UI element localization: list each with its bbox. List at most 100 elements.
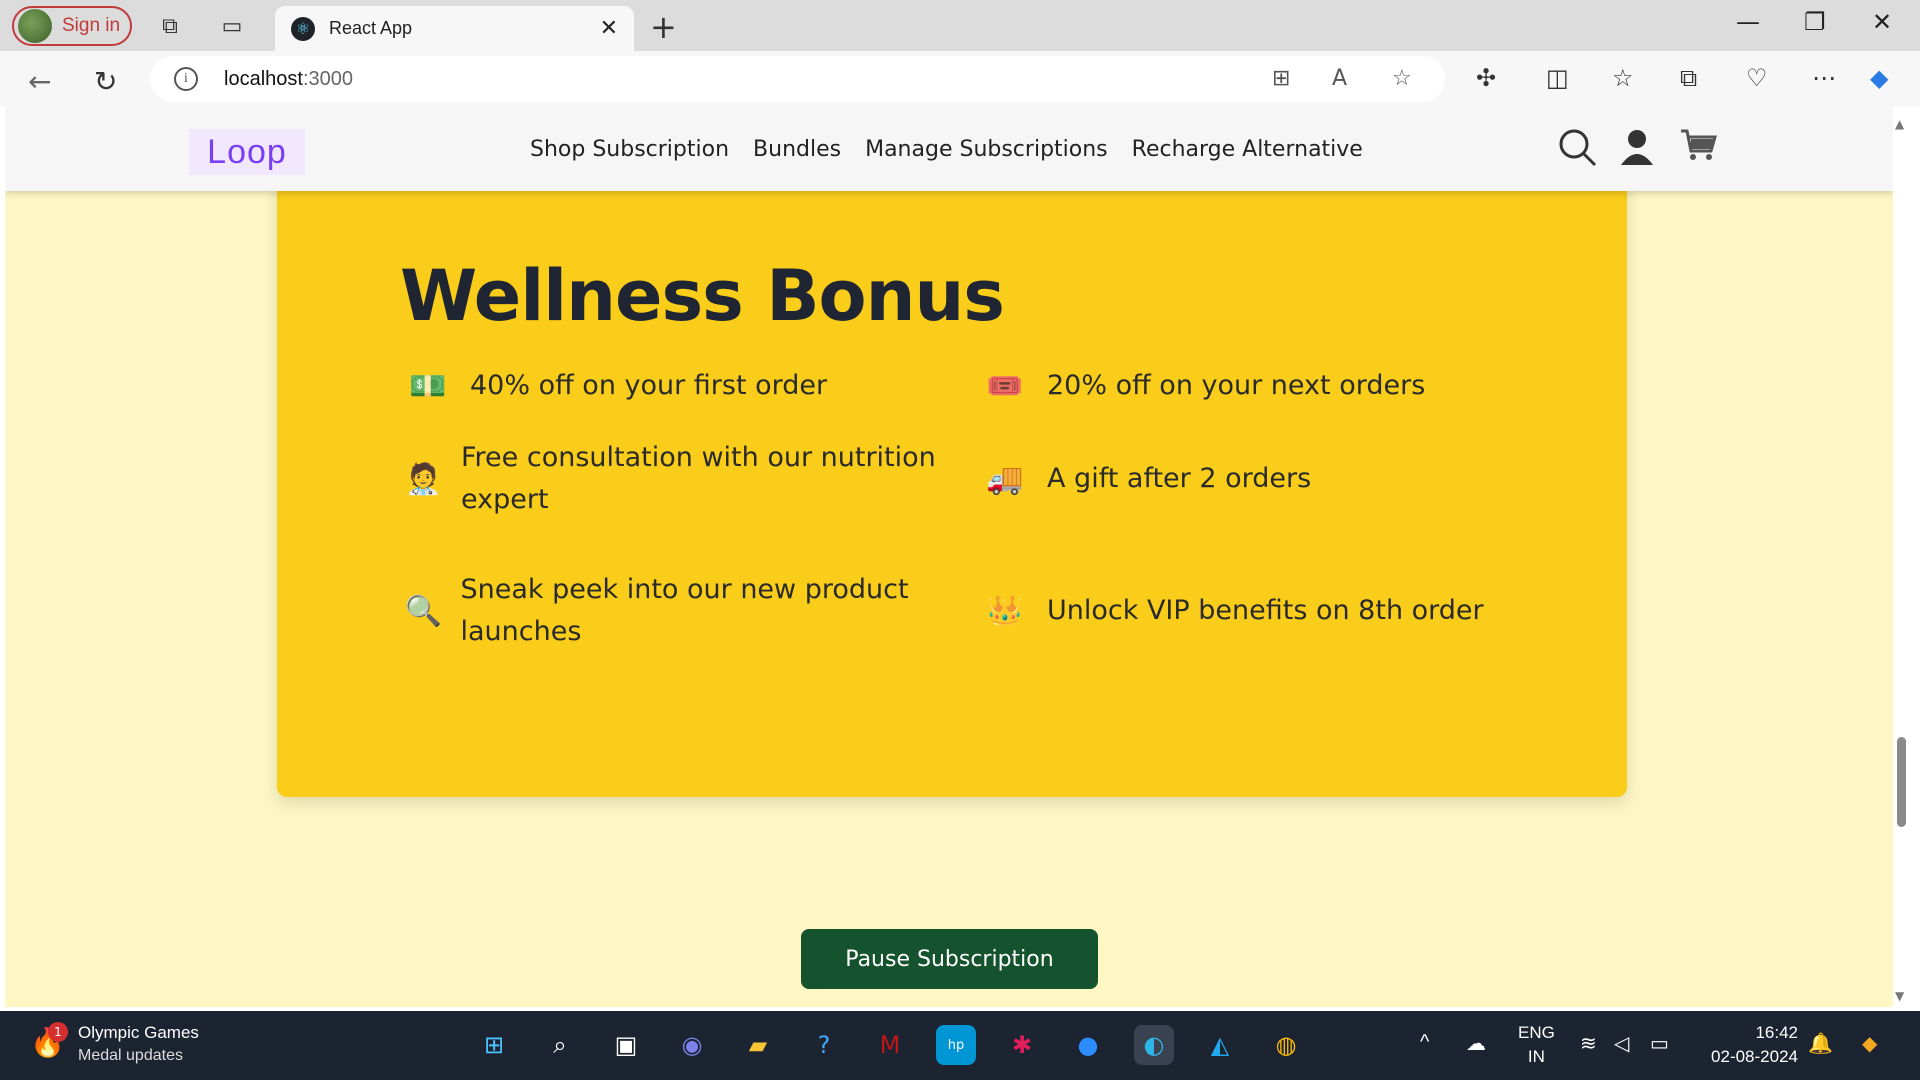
app-available-icon[interactable]: ⊞ <box>1272 66 1290 91</box>
search-taskbar-icon[interactable]: ⌕ <box>540 1025 580 1065</box>
split-screen-icon[interactable]: ◫ <box>1546 64 1569 92</box>
scroll-up-arrow-icon[interactable]: ▲ <box>1895 117 1904 131</box>
benefit-item: 💵 40% off on your first order <box>400 365 940 407</box>
search-icon[interactable] <box>1557 127 1597 176</box>
profile-avatar <box>18 9 52 43</box>
reload-icon[interactable]: ↻ <box>94 65 117 98</box>
vscode-icon[interactable]: ◭ <box>1200 1025 1240 1065</box>
account-icon[interactable] <box>1619 127 1655 176</box>
benefit-item: 🎟️ 20% off on your next orders <box>977 365 1517 407</box>
benefit-item: 👑 Unlock VIP benefits on 8th order <box>977 590 1517 632</box>
benefit-text: Unlock VIP benefits on 8th order <box>1047 595 1484 626</box>
slack-icon[interactable]: ✱ <box>1002 1025 1042 1065</box>
battery-icon[interactable]: ▭ <box>1650 1031 1669 1056</box>
pause-subscription-button[interactable]: Pause Subscription <box>801 929 1098 989</box>
widget-subtitle: Medal updates <box>78 1047 183 1064</box>
browser-toolbar: ← ↻ i localhost :3000 ⊞ A ☆ ✣ ◫ ☆ ⧉ ♡ ⋯ … <box>0 51 1920 107</box>
lang-code: ENG <box>1518 1023 1555 1042</box>
notification-badge: 1 <box>48 1022 68 1042</box>
input-language[interactable]: ENG IN <box>1518 1021 1555 1069</box>
site-header: Loop Shop Subscription Bundles Manage Su… <box>5 107 1893 191</box>
get-help-icon[interactable]: ? <box>804 1025 844 1065</box>
collections-icon[interactable]: ⧉ <box>1680 64 1697 92</box>
nav-shop-subscription[interactable]: Shop Subscription <box>530 137 729 162</box>
benefit-item: 🧑‍⚕️ Free consultation with our nutritio… <box>400 437 940 521</box>
news-widget[interactable]: 🔥 1 Olympic Games Medal updates <box>30 1022 199 1065</box>
url-host: localhost <box>224 67 303 90</box>
favorites-icon[interactable]: ☆ <box>1612 64 1634 92</box>
nav-manage-subscriptions[interactable]: Manage Subscriptions <box>865 137 1108 162</box>
more-options-icon[interactable]: ⋯ <box>1812 64 1836 92</box>
extensions-icon[interactable]: ✣ <box>1476 64 1496 92</box>
show-hidden-icons-chevron-icon[interactable]: ^ <box>1420 1031 1429 1054</box>
magnifier-icon: 🔍 <box>404 593 442 629</box>
windows-taskbar: 🔥 1 Olympic Games Medal updates ⊞ ⌕ ▣ ◉ … <box>0 1011 1920 1080</box>
widget-title: Olympic Games <box>78 1023 199 1042</box>
edge-icon[interactable]: ◐ <box>1134 1025 1174 1065</box>
clock-time: 16:42 <box>1755 1023 1798 1042</box>
delivery-truck-icon: 🚚 <box>986 461 1024 497</box>
notifications-icon[interactable]: 🔔 <box>1808 1031 1833 1056</box>
ticket-icon: 🎟️ <box>986 368 1024 404</box>
sign-in-button[interactable]: Sign in <box>12 6 132 46</box>
benefit-text: Sneak peek into our new product launches <box>460 574 909 647</box>
benefit-item: 🚚 A gift after 2 orders <box>977 458 1517 500</box>
mcafee-icon[interactable]: M <box>870 1025 910 1065</box>
onedrive-icon[interactable]: ☁ <box>1466 1031 1486 1056</box>
wellness-bonus-title: Wellness Bonus <box>400 255 1005 337</box>
tab-react-app[interactable]: ⚛ React App ✕ <box>275 6 634 51</box>
chrome-icon[interactable]: ◍ <box>1266 1025 1306 1065</box>
read-aloud-icon[interactable]: A <box>1332 66 1347 91</box>
favorite-star-icon[interactable]: ☆ <box>1392 66 1412 91</box>
system-clock[interactable]: 16:42 02-08-2024 <box>1698 1021 1798 1069</box>
volume-icon[interactable]: ◁ <box>1614 1031 1629 1056</box>
scroll-thumb[interactable] <box>1897 737 1906 827</box>
site-info-icon[interactable]: i <box>174 67 198 91</box>
workspaces-icon[interactable]: ⧉ <box>156 12 184 40</box>
teams-chat-icon[interactable]: ◉ <box>672 1025 712 1065</box>
close-tab-icon[interactable]: ✕ <box>600 16 618 41</box>
file-explorer-icon[interactable]: ▰ <box>738 1025 778 1065</box>
tab-title: React App <box>329 18 413 38</box>
back-icon[interactable]: ← <box>28 65 51 98</box>
zoom-icon[interactable]: ● <box>1068 1025 1108 1065</box>
scroll-down-arrow-icon[interactable]: ▼ <box>1895 989 1904 1003</box>
close-window-icon[interactable]: ✕ <box>1872 8 1892 36</box>
cart-icon[interactable] <box>1679 127 1717 172</box>
torch-icon: 🔥 1 <box>30 1022 68 1062</box>
benefit-text: 40% off on your first order <box>470 370 828 401</box>
new-tab-button[interactable]: + <box>650 8 677 46</box>
minimize-icon[interactable]: — <box>1736 8 1760 36</box>
page-viewport: Loop Shop Subscription Bundles Manage Su… <box>5 107 1893 1007</box>
benefit-item: 🔍 Sneak peek into our new product launch… <box>400 569 940 653</box>
sign-in-label: Sign in <box>62 15 121 36</box>
restore-icon[interactable]: ❐ <box>1804 8 1826 36</box>
copilot-icon[interactable]: ◆ <box>1870 64 1888 92</box>
myhp-icon[interactable]: hp <box>936 1025 976 1065</box>
page-scrollbar[interactable]: ▲ ▼ <box>1893 107 1910 1007</box>
task-view-icon[interactable]: ▣ <box>606 1025 646 1065</box>
health-worker-icon: 🧑‍⚕️ <box>404 461 443 497</box>
nav-recharge-alternative[interactable]: Recharge Alternative <box>1132 137 1363 162</box>
wellness-bonus-card: Wellness Bonus 💵 40% off on your first o… <box>277 147 1627 797</box>
url-port: :3000 <box>302 67 353 90</box>
logo-text: Loop <box>207 132 287 171</box>
address-bar[interactable]: i localhost :3000 ⊞ A ☆ <box>150 56 1445 102</box>
nav-bundles[interactable]: Bundles <box>753 137 841 162</box>
browser-tab-strip: Sign in ⧉ ▭ ⚛ React App ✕ + — ❐ ✕ <box>0 0 1920 51</box>
benefit-text: 20% off on your next orders <box>1047 370 1426 401</box>
copilot-taskbar-icon[interactable]: ◆ <box>1862 1031 1877 1056</box>
loop-logo[interactable]: Loop <box>189 129 305 175</box>
tab-actions-icon[interactable]: ▭ <box>218 12 246 40</box>
start-icon[interactable]: ⊞ <box>474 1025 514 1065</box>
crown-icon: 👑 <box>986 593 1024 629</box>
benefit-text: A gift after 2 orders <box>1047 463 1312 494</box>
react-icon: ⚛ <box>291 16 315 41</box>
wifi-icon[interactable]: ≋ <box>1580 1031 1597 1056</box>
main-nav: Shop Subscription Bundles Manage Subscri… <box>530 137 1363 162</box>
benefit-text: Free consultation with our nutrition exp… <box>460 442 936 515</box>
money-icon: 💵 <box>409 368 447 404</box>
clock-date: 02-08-2024 <box>1711 1047 1798 1066</box>
lang-region: IN <box>1527 1047 1545 1066</box>
browser-essentials-icon[interactable]: ♡ <box>1746 64 1768 92</box>
